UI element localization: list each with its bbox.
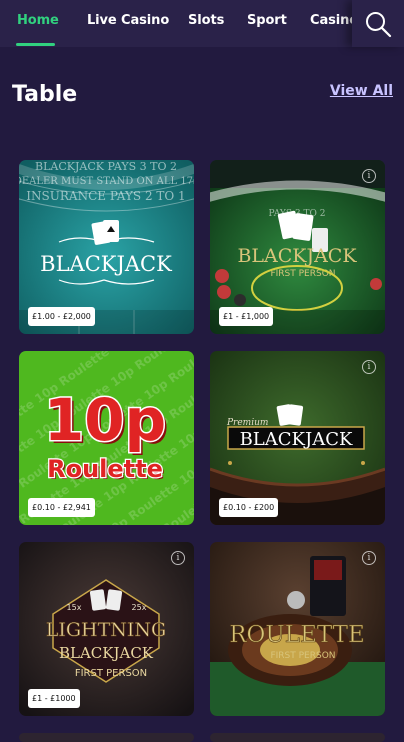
tab-casino[interactable]: Casino <box>310 13 352 28</box>
nav-tabs: Home Live Casino Slots Sport Casino <box>0 0 352 47</box>
search-icon <box>366 11 392 37</box>
game-card-10p-roulette[interactable]: 10p Roulette 10p Roulette 10p Roulette 1… <box>19 351 194 525</box>
price-badge: £0.10 - £200 <box>219 498 279 517</box>
section-title: Table <box>12 82 78 107</box>
price-badge: £0.10 - £2,941 <box>28 498 95 517</box>
svg-text:25x: 25x <box>132 603 147 612</box>
svg-text:ROULETTE: ROULETTE <box>229 622 365 648</box>
tab-home[interactable]: Home <box>17 13 59 28</box>
svg-text:FIRST PERSON: FIRST PERSON <box>75 668 147 679</box>
svg-text:DEALER MUST STAND ON ALL 17s: DEALER MUST STAND ON ALL 17s <box>19 176 194 187</box>
active-tab-indicator <box>16 43 55 46</box>
svg-text:10p: 10p <box>44 386 166 454</box>
price-badge: £1.00 - £2,000 <box>28 307 95 326</box>
top-navigation: Home Live Casino Slots Sport Casino <box>0 0 404 47</box>
game-card-premium-blackjack[interactable]: Premium BLACKJACK i £0.10 - £200 <box>210 351 385 525</box>
svg-text:Roulette: Roulette <box>47 455 163 483</box>
svg-text:LIGHTNING: LIGHTNING <box>46 619 166 641</box>
tab-sport[interactable]: Sport <box>247 13 287 28</box>
info-icon[interactable]: i <box>171 551 185 565</box>
game-card-blackjack-first-person[interactable]: PAYS 3 TO 2 BLACKJACK FIRST PERSON i £1 … <box>210 160 385 334</box>
game-card-partial[interactable] <box>19 733 194 742</box>
info-icon[interactable]: i <box>362 551 376 565</box>
game-card-roulette-first-person[interactable]: ROULETTE FIRST PERSON i <box>210 542 385 716</box>
game-card-partial[interactable] <box>210 733 385 742</box>
svg-text:INSURANCE PAYS 2 TO 1: INSURANCE PAYS 2 TO 1 <box>26 189 185 203</box>
svg-text:15x: 15x <box>67 603 82 612</box>
tab-slots[interactable]: Slots <box>188 13 224 28</box>
view-all-link[interactable]: View All <box>330 83 393 99</box>
game-art: ROULETTE FIRST PERSON <box>210 542 385 716</box>
svg-text:BLACKJACK: BLACKJACK <box>237 245 357 267</box>
tab-live-casino[interactable]: Live Casino <box>87 13 169 28</box>
search-button[interactable] <box>352 0 404 47</box>
svg-text:BLACKJACK PAYS 3 TO 2: BLACKJACK PAYS 3 TO 2 <box>35 160 177 173</box>
svg-text:BLACKJACK: BLACKJACK <box>40 252 172 276</box>
price-badge: £1 - £1,000 <box>219 307 274 326</box>
svg-text:FIRST PERSON: FIRST PERSON <box>270 651 335 661</box>
info-icon[interactable]: i <box>362 169 376 183</box>
game-card-blackjack[interactable]: BLACKJACK PAYS 3 TO 2 DEALER MUST STAND … <box>19 160 194 334</box>
info-icon[interactable]: i <box>362 360 376 374</box>
price-badge: £1 - £1000 <box>28 689 80 708</box>
game-card-lightning-blackjack[interactable]: 15x 25x LIGHTNING BLACKJACK FIRST PERSON… <box>19 542 194 716</box>
svg-text:BLACKJACK: BLACKJACK <box>240 429 353 450</box>
svg-text:BLACKJACK: BLACKJACK <box>59 644 154 662</box>
